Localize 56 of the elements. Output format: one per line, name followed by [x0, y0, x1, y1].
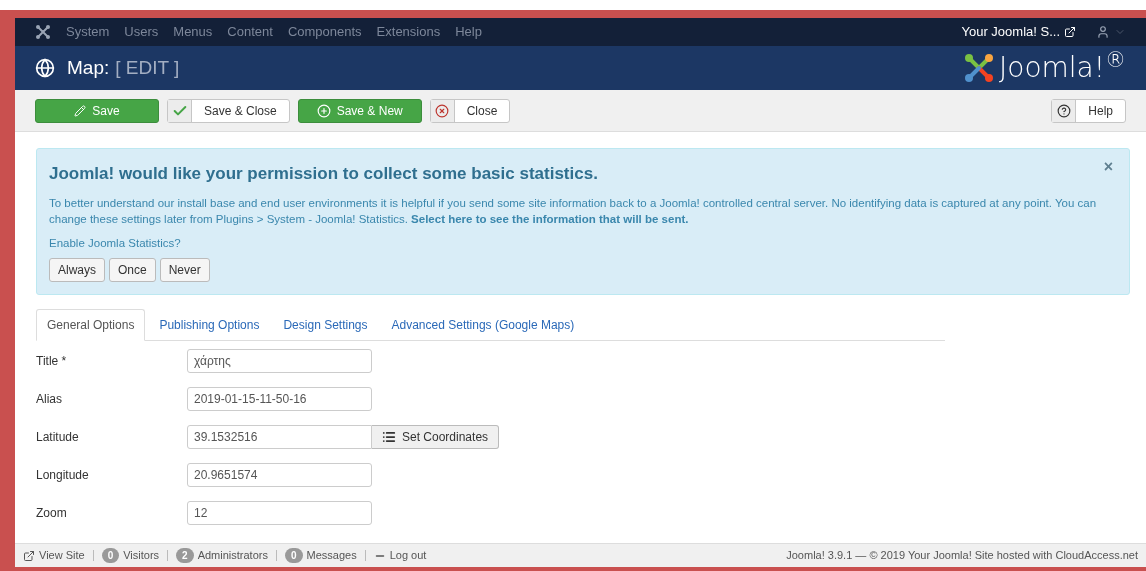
choice-button[interactable]: Never — [159, 257, 210, 282]
tab[interactable]: Publishing Options — [149, 308, 270, 341]
alert-question: Enable Joomla Statistics? — [49, 235, 182, 251]
external-link-icon — [23, 549, 35, 562]
count-badge: 2 — [176, 548, 194, 563]
page-subtitle: [ EDIT ] — [115, 55, 180, 80]
alert-text: To better understand our install base and end user environments it is helpful if you send some site information back to a Joomla! controlled central server. No identifying data is captured at any point. You can change these settings later from Plugins > System - Joomla! Statistics. Select here to see the information that will be sent. — [49, 195, 1098, 227]
field-label: Zoom — [36, 504, 68, 522]
menu-item[interactable]: Help — [455, 22, 482, 42]
set-coordinates-button[interactable]: Set Coordinates — [372, 424, 500, 449]
user-icon[interactable] — [1096, 25, 1110, 39]
site-link[interactable]: Your Joomla! S... — [961, 22, 1060, 42]
field-label: Title * — [36, 352, 68, 370]
close-icon — [435, 103, 450, 118]
alert-heading: Joomla! would like your permission to collect some basic statistics. — [49, 163, 598, 185]
status-link[interactable]: Administrators — [197, 547, 268, 564]
joomla-logo-icon — [963, 52, 996, 84]
menu-item[interactable]: Components — [287, 22, 362, 42]
toolbar-button[interactable]: Save & Close — [167, 98, 290, 123]
text-field[interactable]: χάρτης — [187, 348, 372, 373]
field-label: Alias — [36, 390, 63, 408]
logout-link[interactable]: Log out — [389, 547, 427, 564]
menu-item[interactable]: Users — [124, 22, 159, 42]
menu-item[interactable]: Content — [227, 22, 273, 42]
field-label: Latitude — [36, 428, 80, 446]
count-badge: 0 — [284, 548, 303, 563]
help-button[interactable]: Help — [1051, 98, 1126, 123]
logo-icon — [35, 24, 51, 40]
status-link[interactable]: Messages — [306, 547, 357, 564]
toolbar-button[interactable]: Close — [429, 98, 511, 123]
close-button[interactable]: × — [1103, 155, 1113, 179]
text-field[interactable]: 12 — [187, 500, 372, 525]
field-label: Longitude — [36, 466, 90, 484]
choice-button[interactable]: Once — [109, 257, 156, 282]
tab[interactable]: Design Settings — [273, 308, 378, 341]
tab[interactable]: General Options — [36, 308, 146, 341]
text-field[interactable]: 2019-01-15-11-50-16 — [187, 386, 372, 411]
help-icon — [1056, 103, 1071, 118]
footer-text: Joomla! 3.9.1 — © 2019 Your Joomla! Site hosted with CloudAccess.net — [786, 548, 1138, 564]
edit-icon — [74, 104, 87, 117]
page-title: Map: — [67, 55, 110, 80]
menu-item[interactable]: Extensions — [376, 22, 441, 42]
external-link-icon — [1064, 26, 1076, 38]
menu-item[interactable]: Menus — [173, 22, 213, 42]
menu-item[interactable]: System — [66, 22, 110, 42]
tab[interactable]: Advanced Settings (Google Maps) — [381, 308, 585, 341]
text-field[interactable]: 39.1532516 — [187, 424, 372, 449]
plus-icon — [316, 103, 331, 118]
choice-button[interactable]: Always — [49, 257, 105, 282]
globe-icon — [35, 58, 55, 78]
text-field[interactable]: 20.9651574 — [187, 462, 372, 487]
logo-text: Joomla!$^{®}$ — [999, 47, 1126, 86]
status-link[interactable]: Visitors — [123, 547, 160, 564]
list-icon — [382, 429, 396, 444]
count-badge: 0 — [101, 548, 120, 563]
view-site-link[interactable]: View Site — [39, 547, 85, 564]
